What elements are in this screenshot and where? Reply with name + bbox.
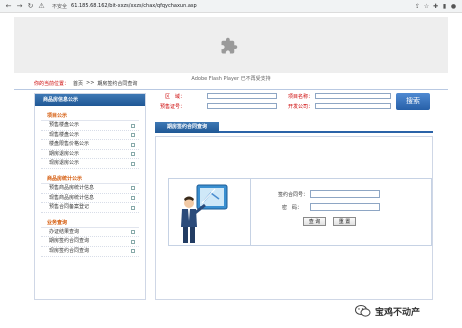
- back-icon[interactable]: ←: [4, 2, 13, 11]
- bullet-icon: [131, 186, 135, 191]
- bullet-icon: [131, 161, 135, 166]
- sidebar-item[interactable]: 预售商品房统计信息: [41, 184, 139, 194]
- flash-banner: Adobe Flash Player 已不再受支持: [14, 17, 448, 82]
- bookmark-icon[interactable]: ☆: [422, 2, 431, 11]
- sidebar-item[interactable]: 现房签约合同查询: [41, 247, 139, 257]
- sidebar-item[interactable]: 办证结果查询: [41, 228, 139, 238]
- bullet-icon: [131, 133, 135, 138]
- sidebar-header: 商品房信息公示: [35, 94, 145, 106]
- password-label: 密 码：: [282, 205, 303, 211]
- sidebar-item-label: 现房签约合同查询: [49, 247, 90, 254]
- profile-icon[interactable]: ●: [449, 2, 458, 11]
- browser-toolbar: ← → ↻ ⚠ 不安全 61.185.68.162/bit-xxzs/xxzs/…: [0, 0, 462, 13]
- address-bar[interactable]: 61.185.68.162/bit-xxzs/xxzs/chax/qfqycha…: [71, 3, 413, 9]
- tab-contract-query[interactable]: 期房签约合同查询: [155, 122, 219, 133]
- password-input[interactable]: [310, 203, 380, 211]
- sidebar-item[interactable]: 预售楼盘公示: [41, 121, 139, 131]
- contract-number-input[interactable]: [310, 190, 380, 198]
- sidebar-section-business: 业务查询 办证结果查询 期房签约合同查询 现房签约合同查询: [41, 219, 139, 257]
- wechat-icon: [355, 305, 371, 317]
- plugin-puzzle-icon: [221, 37, 238, 54]
- sidebar: 商品房信息公示 项目公示 预售楼盘公示 现售楼盘公示 楼盘限售价格公示 期房退房…: [34, 93, 146, 300]
- sidebar-section-statistics: 商品房统计公示 预售商品房统计信息 现售商品房统计信息 预售合同备案登记: [41, 175, 139, 213]
- tab-strip-icon[interactable]: ▮: [440, 2, 449, 11]
- breadcrumb-separator: >>: [86, 80, 95, 86]
- insecure-label: 不安全: [52, 3, 68, 10]
- forward-icon[interactable]: →: [15, 2, 24, 11]
- main-tab-bar: 期房签约合同查询: [155, 122, 433, 133]
- warning-icon: ⚠: [38, 1, 45, 10]
- contract-number-label: 签约合同号：: [278, 192, 309, 198]
- project-name-input[interactable]: [315, 93, 391, 99]
- sidebar-item-label: 预售合同备案登记: [49, 204, 90, 211]
- extensions-icon[interactable]: ✚: [431, 2, 440, 11]
- breadcrumb: 你的当前位置： 首页 >> 期房签约合同查询: [14, 78, 448, 88]
- query-button[interactable]: 查 询: [303, 217, 326, 226]
- sidebar-item-label: 现售商品房统计信息: [49, 194, 95, 201]
- sidebar-item-label: 期房签约合同查询: [49, 238, 90, 245]
- bullet-icon: [131, 196, 135, 201]
- bullet-icon: [131, 152, 135, 157]
- breadcrumb-page: 期房签约合同查询: [97, 80, 138, 87]
- sidebar-section-title: 商品房统计公示: [41, 175, 139, 184]
- sidebar-item-label: 楼盘限售价格公示: [49, 141, 90, 148]
- developer-label: 开发公司：: [288, 104, 314, 110]
- bullet-icon: [131, 123, 135, 128]
- bullet-icon: [131, 239, 135, 244]
- sidebar-item[interactable]: 现房退房公示: [41, 159, 139, 169]
- breadcrumb-home[interactable]: 首页: [73, 80, 83, 87]
- sidebar-item[interactable]: 期房签约合同查询: [41, 237, 139, 247]
- query-form: [168, 178, 432, 246]
- sidebar-section-projects: 项目公示 预售楼盘公示 现售楼盘公示 楼盘限售价格公示 期房退房公示 现房退房公…: [41, 112, 139, 169]
- sidebar-item-label: 预售楼盘公示: [49, 122, 80, 128]
- region-input[interactable]: [207, 93, 277, 99]
- query-divider: [250, 178, 251, 246]
- header-divider: [14, 89, 448, 90]
- reload-icon[interactable]: ↻: [26, 2, 35, 11]
- sidebar-item-label: 现售楼盘公示: [49, 131, 80, 138]
- bullet-icon: [131, 205, 135, 210]
- bullet-icon: [131, 142, 135, 147]
- sidebar-item[interactable]: 期房退房公示: [41, 150, 139, 160]
- sidebar-item[interactable]: 现售楼盘公示: [41, 131, 139, 141]
- sidebar-section-title: 项目公示: [41, 112, 139, 121]
- permit-number-label: 预售证号：: [160, 104, 186, 110]
- sidebar-section-title: 业务查询: [41, 219, 139, 228]
- sidebar-item[interactable]: 楼盘限售价格公示: [41, 140, 139, 150]
- region-label: 区 域：: [165, 94, 186, 100]
- breadcrumb-prefix: 你的当前位置：: [34, 80, 70, 87]
- sidebar-item-label: 现房退房公示: [49, 160, 80, 167]
- sidebar-item[interactable]: 预售合同备案登记: [41, 203, 139, 213]
- sidebar-item[interactable]: 现售商品房统计信息: [41, 194, 139, 204]
- bullet-icon: [131, 249, 135, 254]
- sidebar-item-label: 预售商品房统计信息: [49, 184, 95, 191]
- developer-input[interactable]: [315, 103, 391, 109]
- reset-button[interactable]: 重 置: [333, 217, 356, 226]
- permit-number-input[interactable]: [207, 103, 277, 109]
- watermark: 宝鸡不动产: [355, 302, 455, 320]
- businessman-illustration: [181, 184, 228, 243]
- bullet-icon: [131, 230, 135, 235]
- share-icon[interactable]: ⇪: [413, 2, 422, 11]
- sidebar-item-label: 期房退房公示: [49, 150, 80, 157]
- sidebar-item-label: 办证结果查询: [49, 228, 80, 235]
- project-name-label: 项目名称：: [288, 94, 314, 100]
- watermark-text: 宝鸡不动产: [375, 307, 421, 318]
- search-button[interactable]: 搜索: [396, 93, 430, 110]
